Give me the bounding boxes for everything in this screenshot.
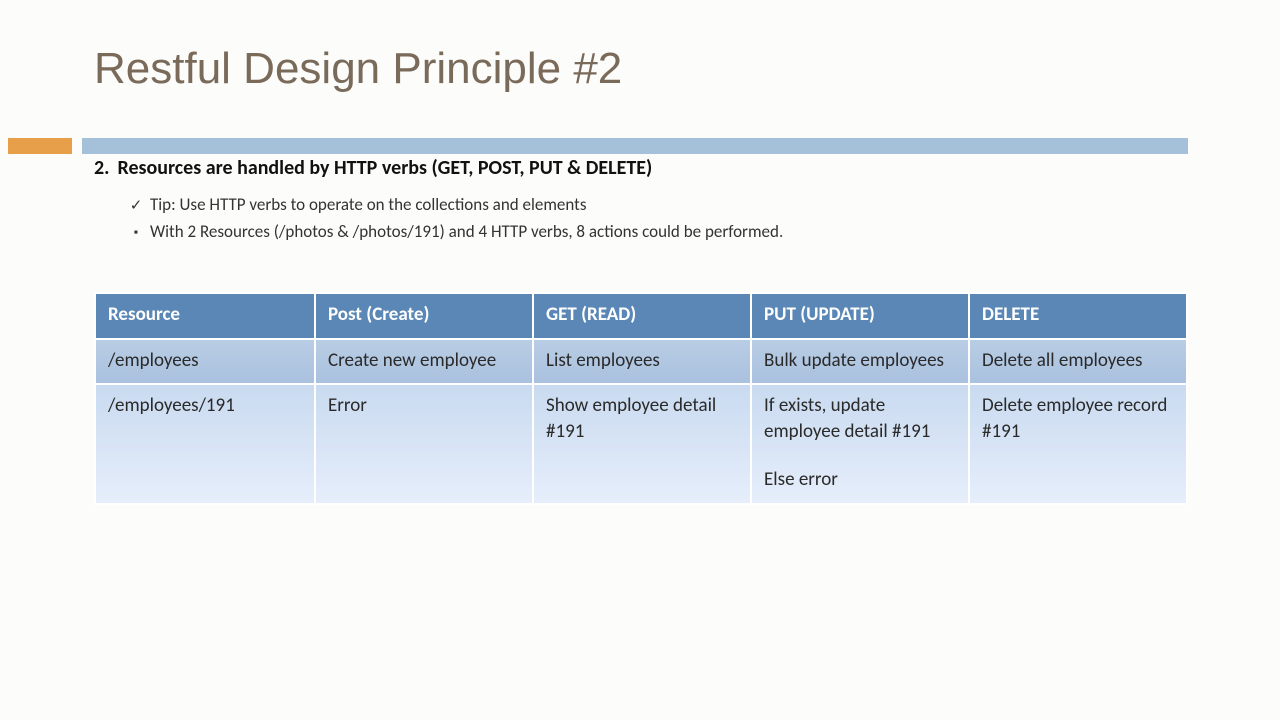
- table-cell: Show employee detail #191: [533, 384, 751, 504]
- table-row: /employees/191 Error Show employee detai…: [95, 384, 1187, 504]
- title-accent-bar: [0, 138, 1280, 154]
- table-cell: Delete all employees: [969, 339, 1187, 385]
- table-header: DELETE: [969, 293, 1187, 339]
- trailing-dot: .: [779, 221, 783, 242]
- table-cell: /employees: [95, 339, 315, 385]
- table-header-row: Resource Post (Create) GET (READ) PUT (U…: [95, 293, 1187, 339]
- table-cell: Delete employee record #191: [969, 384, 1187, 504]
- slide-title: Restful Design Principle #2: [94, 44, 1186, 94]
- bullet-text: Tip: Use HTTP verbs to operate on the co…: [150, 194, 587, 215]
- bullet-text: With 2 Resources (/photos & /photos/191)…: [150, 221, 779, 242]
- table-cell: Error: [315, 384, 533, 504]
- bullet-item: Tip: Use HTTP verbs to operate on the co…: [128, 194, 1186, 217]
- table-cell: /employees/191: [95, 384, 315, 504]
- cell-main: If exists, update employee detail #191: [764, 394, 930, 443]
- slide: Restful Design Principle #2 2. Resources …: [0, 0, 1280, 505]
- square-bullet-icon: [128, 221, 144, 244]
- table-cell: Bulk update employees: [751, 339, 969, 385]
- accent-blue: [82, 138, 1188, 154]
- table-header: Resource: [95, 293, 315, 339]
- table-header: Post (Create): [315, 293, 533, 339]
- table-header: PUT (UPDATE): [751, 293, 969, 339]
- http-verb-table: Resource Post (Create) GET (READ) PUT (U…: [94, 292, 1188, 505]
- table-cell: List employees: [533, 339, 751, 385]
- table-row: /employees Create new employee List empl…: [95, 339, 1187, 385]
- principle-text: Resources are handled by HTTP verbs (GET…: [117, 156, 652, 180]
- accent-orange: [8, 138, 72, 154]
- table-header: GET (READ): [533, 293, 751, 339]
- slide-body: 2. Resources are handled by HTTP verbs (G…: [94, 156, 1186, 505]
- principle-number: 2.: [94, 156, 109, 180]
- bullet-list: Tip: Use HTTP verbs to operate on the co…: [94, 194, 1186, 244]
- cell-extra: Else error: [764, 468, 838, 491]
- principle-heading: 2. Resources are handled by HTTP verbs (G…: [94, 156, 1186, 180]
- table-cell: Create new employee: [315, 339, 533, 385]
- check-icon: [128, 194, 144, 217]
- bullet-item: With 2 Resources (/photos & /photos/191)…: [128, 221, 1186, 244]
- table-cell: If exists, update employee detail #191 E…: [751, 384, 969, 504]
